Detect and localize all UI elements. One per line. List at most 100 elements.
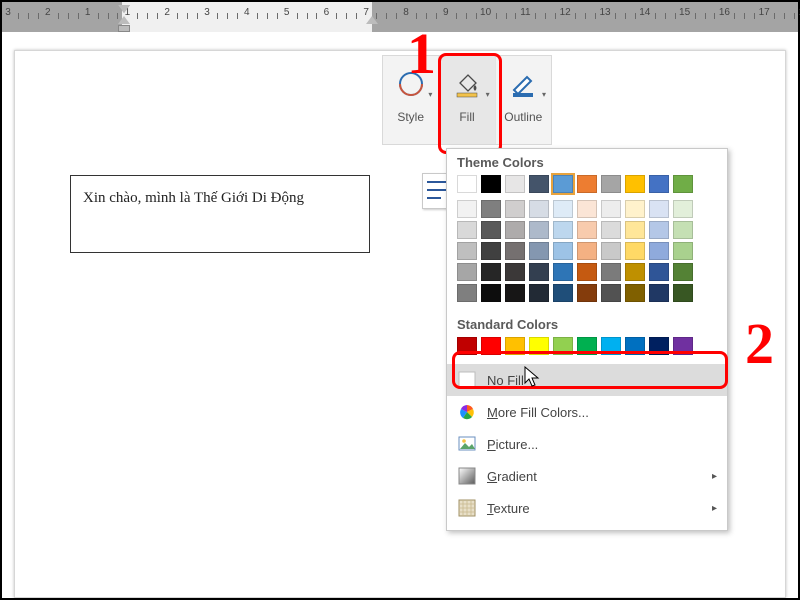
paint-bucket-icon [449, 66, 485, 102]
color-swatch[interactable] [625, 284, 645, 302]
color-swatch[interactable] [457, 221, 477, 239]
texture-fill-menu-item[interactable]: Texture ▸ [447, 492, 727, 524]
color-swatch[interactable] [505, 200, 525, 218]
gradient-fill-menu-item[interactable]: Gradient ▸ [447, 460, 727, 492]
color-swatch[interactable] [577, 263, 597, 281]
menu-item-label: Picture... [487, 437, 538, 452]
submenu-arrow-icon: ▸ [712, 471, 717, 482]
color-swatch[interactable] [625, 175, 645, 193]
color-swatch[interactable] [505, 242, 525, 260]
color-swatch[interactable] [529, 200, 549, 218]
color-swatch[interactable] [649, 284, 669, 302]
color-swatch[interactable] [601, 284, 621, 302]
submenu-arrow-icon: ▸ [712, 503, 717, 514]
color-swatch[interactable] [649, 263, 669, 281]
color-swatch[interactable] [481, 200, 501, 218]
color-swatch[interactable] [577, 337, 597, 355]
picture-fill-menu-item[interactable]: Picture... [447, 428, 727, 460]
color-swatch[interactable] [673, 337, 693, 355]
shape-style-icon [393, 66, 429, 102]
color-swatch[interactable] [481, 242, 501, 260]
color-swatch[interactable] [553, 337, 573, 355]
color-swatch[interactable] [625, 263, 645, 281]
shape-style-button[interactable]: ▾ Style [383, 56, 439, 144]
color-swatch[interactable] [457, 263, 477, 281]
chevron-down-icon: ▾ [486, 90, 490, 99]
color-swatch[interactable] [481, 284, 501, 302]
no-fill-menu-item[interactable]: No Fill [447, 364, 727, 396]
ribbon-label: Style [397, 110, 424, 124]
color-swatch[interactable] [649, 200, 669, 218]
color-swatch[interactable] [625, 200, 645, 218]
color-swatch[interactable] [601, 221, 621, 239]
color-swatch[interactable] [673, 263, 693, 281]
color-swatch[interactable] [529, 175, 549, 193]
color-swatch[interactable] [577, 284, 597, 302]
color-swatch[interactable] [529, 221, 549, 239]
shape-outline-button[interactable]: ▾ Outline [496, 56, 551, 144]
color-swatch[interactable] [649, 175, 669, 193]
color-swatch[interactable] [505, 284, 525, 302]
color-swatch[interactable] [673, 221, 693, 239]
color-swatch[interactable] [673, 175, 693, 193]
color-swatch[interactable] [529, 242, 549, 260]
more-fill-colors-menu-item[interactable]: More Fill Colors... [447, 396, 727, 428]
color-wheel-icon [457, 402, 477, 422]
texture-icon [457, 498, 477, 518]
color-swatch[interactable] [673, 284, 693, 302]
menu-item-label: Gradient [487, 469, 537, 484]
color-swatch[interactable] [529, 263, 549, 281]
color-swatch[interactable] [481, 175, 501, 193]
color-swatch[interactable] [601, 242, 621, 260]
color-swatch[interactable] [649, 242, 669, 260]
color-swatch[interactable] [481, 337, 501, 355]
color-swatch[interactable] [649, 337, 669, 355]
standard-colors-grid [447, 337, 727, 364]
color-swatch[interactable] [553, 284, 573, 302]
no-fill-icon [457, 370, 477, 390]
color-swatch[interactable] [649, 221, 669, 239]
color-swatch[interactable] [457, 337, 477, 355]
color-swatch[interactable] [673, 200, 693, 218]
color-swatch[interactable] [481, 221, 501, 239]
document-textbox-text: Xin chào, mình là Thế Giới Di Động [83, 190, 304, 206]
color-swatch[interactable] [601, 200, 621, 218]
color-swatch[interactable] [553, 175, 573, 193]
color-swatch[interactable] [673, 242, 693, 260]
document-textbox[interactable]: Xin chào, mình là Thế Giới Di Động [70, 175, 370, 253]
color-swatch[interactable] [553, 263, 573, 281]
color-swatch[interactable] [457, 200, 477, 218]
color-swatch[interactable] [505, 175, 525, 193]
color-swatch[interactable] [601, 175, 621, 193]
color-swatch[interactable] [553, 242, 573, 260]
color-swatch[interactable] [625, 337, 645, 355]
color-swatch[interactable] [601, 337, 621, 355]
color-swatch[interactable] [625, 242, 645, 260]
ribbon-label: Outline [504, 110, 542, 124]
color-swatch[interactable] [577, 175, 597, 193]
chevron-down-icon: ▾ [428, 90, 432, 99]
color-swatch[interactable] [577, 200, 597, 218]
color-swatch[interactable] [625, 221, 645, 239]
shape-format-ribbon-group: ▾ Style ▾ Fill ▾ Outline [382, 55, 552, 145]
menu-item-label: More Fill Colors... [487, 405, 589, 420]
color-swatch[interactable] [553, 221, 573, 239]
chevron-down-icon: ▾ [542, 90, 546, 99]
shape-fill-button[interactable]: ▾ Fill [439, 56, 495, 144]
color-swatch[interactable] [601, 263, 621, 281]
color-swatch[interactable] [505, 337, 525, 355]
color-swatch[interactable] [577, 242, 597, 260]
color-swatch[interactable] [457, 175, 477, 193]
color-swatch[interactable] [529, 284, 549, 302]
picture-icon [457, 434, 477, 454]
color-swatch[interactable] [457, 284, 477, 302]
color-swatch[interactable] [505, 221, 525, 239]
color-swatch[interactable] [553, 200, 573, 218]
color-swatch[interactable] [505, 263, 525, 281]
color-swatch[interactable] [457, 242, 477, 260]
color-swatch[interactable] [577, 221, 597, 239]
color-swatch[interactable] [529, 337, 549, 355]
pen-outline-icon [505, 66, 541, 102]
fill-color-dropdown: Theme Colors Standard Colors No Fill [446, 148, 728, 531]
color-swatch[interactable] [481, 263, 501, 281]
